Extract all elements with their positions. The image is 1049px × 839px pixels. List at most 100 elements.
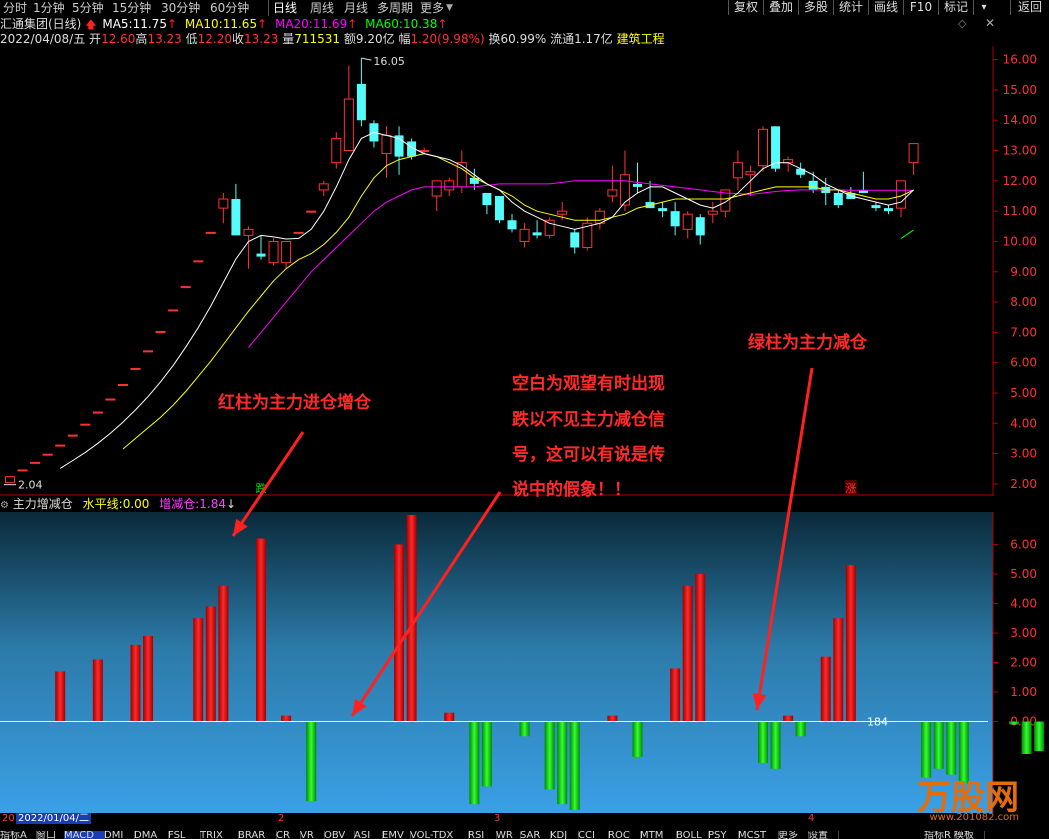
tab-6[interactable]: TRIX — [200, 831, 239, 839]
tf-60min[interactable]: 60分钟 — [210, 0, 249, 16]
tab-4[interactable]: DMA — [134, 831, 169, 839]
tab-18[interactable]: CCI — [578, 831, 609, 839]
tab-20[interactable]: MTM — [640, 831, 677, 839]
overlay-button[interactable]: 叠加 — [763, 0, 798, 15]
tab-10[interactable]: OBV — [324, 831, 355, 839]
candle — [67, 434, 78, 437]
tf-fenshi[interactable]: 分时 — [3, 0, 27, 16]
max-pointer — [361, 57, 372, 61]
right-tab-1[interactable]: 模板 — [954, 831, 985, 839]
y-tick-label: 4.00 — [1010, 596, 1037, 610]
candle — [356, 58, 366, 127]
candle — [732, 150, 743, 190]
collapse-icon[interactable]: ▾ — [973, 0, 994, 15]
tf-monthly[interactable]: 月线 — [344, 0, 368, 16]
tab-19[interactable]: ROC — [608, 831, 641, 839]
tf-1min[interactable]: 1分钟 — [33, 0, 65, 16]
candle-body — [67, 434, 78, 437]
tab-24[interactable]: 更多 — [778, 831, 809, 839]
industry[interactable]: 建筑工程 — [617, 32, 665, 46]
candle-body — [42, 453, 53, 456]
bar-decrease — [632, 721, 643, 757]
candle — [5, 476, 15, 484]
tab-23[interactable]: MCST — [738, 831, 779, 839]
tab-16[interactable]: SAR — [520, 831, 551, 839]
die-marker: 跌 — [256, 481, 267, 495]
tab-5[interactable]: FSL — [168, 831, 201, 839]
candle-body — [331, 137, 342, 164]
tf-more[interactable]: 更多 — [420, 0, 444, 16]
close-label: 收 — [232, 32, 245, 46]
indicator-name[interactable]: 主力增减仓 — [13, 497, 73, 511]
chg-value: 1.20(9.98%) — [410, 32, 485, 46]
candle-body — [256, 253, 266, 257]
tf-5min[interactable]: 5分钟 — [72, 0, 104, 16]
settings-icon[interactable]: ⚙ — [0, 500, 9, 511]
candle-body — [619, 174, 630, 206]
draw-button[interactable]: 画线 — [868, 0, 903, 15]
multi-stock-button[interactable]: 多股 — [798, 0, 833, 15]
tab-1[interactable]: 窗口 — [36, 831, 65, 839]
indicator-chart[interactable]: 0.001.002.003.004.005.006.00184 — [0, 512, 1049, 813]
min-label: 2.04 — [18, 479, 43, 492]
amt-value: 9.20亿 — [355, 32, 395, 46]
candle — [30, 461, 41, 464]
candle — [281, 240, 292, 269]
bar-increase — [218, 585, 229, 722]
tab-9[interactable]: VR — [300, 831, 325, 839]
tf-30min[interactable]: 30分钟 — [161, 0, 200, 16]
tf-weekly[interactable]: 周线 — [310, 0, 334, 16]
tab-17[interactable]: KDJ — [550, 831, 579, 839]
right-tab-0[interactable]: 指标R — [924, 831, 955, 839]
tf-multi[interactable]: 多周期 — [377, 0, 413, 16]
candle-body — [494, 196, 504, 221]
y-tick-label: 5.00 — [1010, 567, 1037, 581]
chevron-down-icon[interactable]: ▼ — [446, 0, 453, 16]
candle-body — [633, 183, 642, 187]
candle — [168, 309, 179, 312]
tab-25[interactable]: 设置 — [808, 831, 839, 839]
y-tick-label: 14.00 — [1003, 113, 1037, 127]
tf-daily[interactable]: 日线 — [268, 0, 297, 16]
tab-21[interactable]: BOLL — [676, 831, 709, 839]
candle-body — [231, 199, 241, 236]
tab-11[interactable]: ASI — [354, 831, 383, 839]
candle-body — [130, 367, 141, 370]
candle — [143, 350, 154, 353]
tab-22[interactable]: PSY — [708, 831, 739, 839]
ma20-label: MA20: — [274, 17, 313, 31]
tab-14[interactable]: RSI — [468, 831, 497, 839]
bar-decrease — [770, 721, 781, 769]
candle — [117, 383, 128, 386]
candle — [231, 183, 241, 236]
y-tick-label: 2.00 — [1010, 477, 1037, 491]
f10-button[interactable]: F10 — [903, 0, 938, 15]
mark-button[interactable]: 标记 — [938, 0, 973, 15]
candle-body — [532, 232, 542, 236]
close-icon[interactable]: ✕ — [985, 16, 995, 30]
candle — [55, 444, 66, 447]
tab-15[interactable]: WR — [496, 831, 521, 839]
month-mark: 2 — [278, 813, 285, 824]
tab-2[interactable]: MACD — [64, 831, 105, 839]
candle — [570, 229, 580, 254]
fuquan-button[interactable]: 复权 — [728, 0, 763, 15]
candle — [256, 235, 266, 260]
back-button[interactable]: 返回 — [1010, 0, 1049, 15]
tf-15min[interactable]: 15分钟 — [112, 0, 151, 16]
settings-icon[interactable]: ◇ — [958, 17, 966, 30]
tab-0[interactable]: 指标A — [0, 831, 37, 839]
last-value-label: 184 — [867, 716, 888, 729]
vol-label: 量 — [282, 32, 295, 46]
tab-3[interactable]: DMI — [104, 831, 135, 839]
stats-button[interactable]: 统计 — [833, 0, 868, 15]
y-tick-label: 3.00 — [1010, 447, 1037, 461]
tab-7[interactable]: BRAR — [238, 831, 277, 839]
arrow-icon: ↑ — [347, 17, 358, 31]
y-tick-label: 13.00 — [1003, 144, 1037, 158]
bar-increase — [820, 656, 831, 722]
tab-8[interactable]: CR — [276, 831, 301, 839]
tab-12[interactable]: EMV — [382, 831, 411, 839]
tab-13[interactable]: VOL-TDX — [410, 831, 469, 839]
turnover: 换60.99% — [488, 32, 547, 46]
